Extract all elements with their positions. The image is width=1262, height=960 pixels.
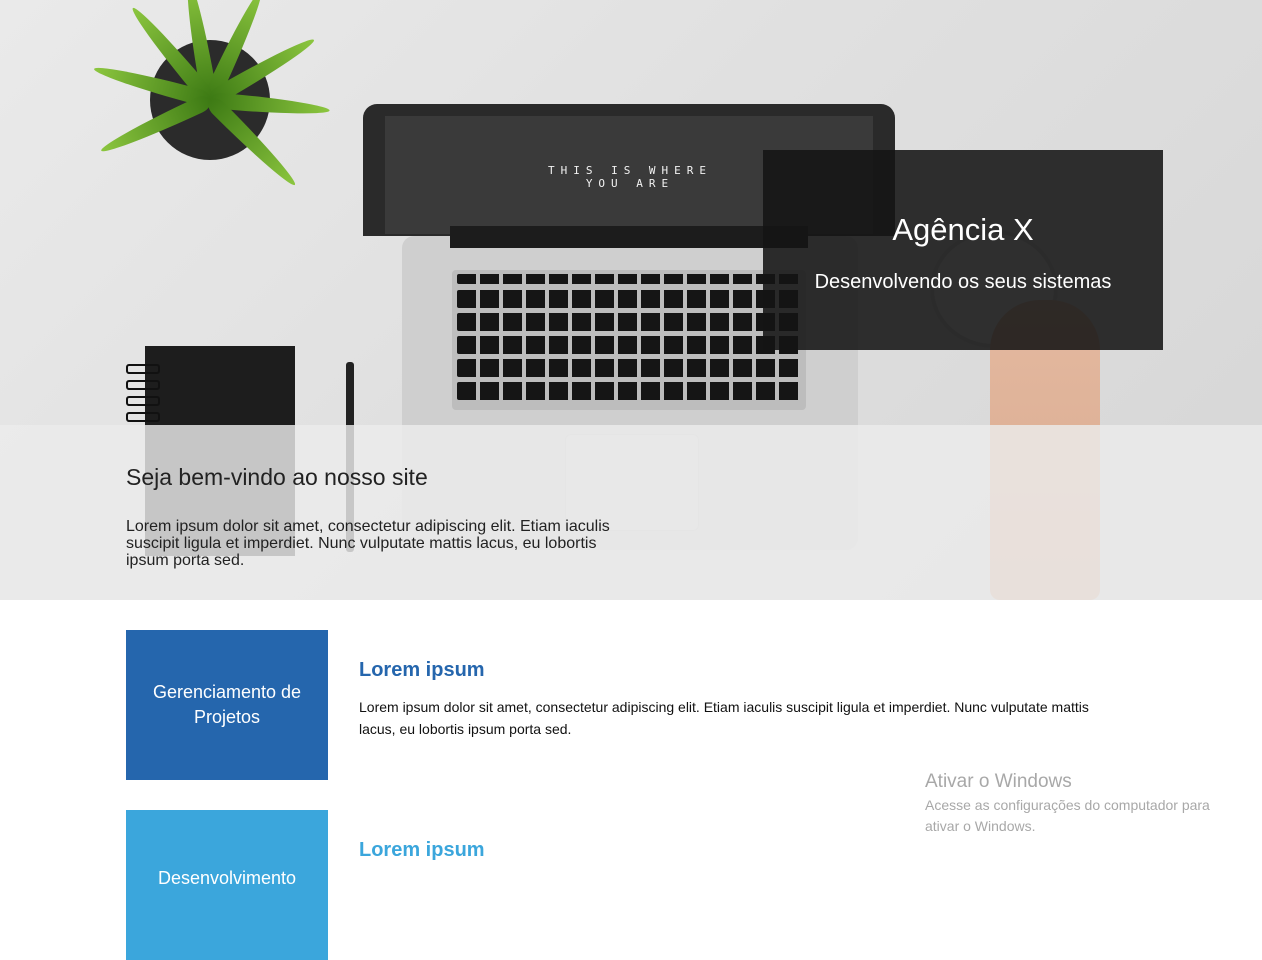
laptop-hinge bbox=[450, 226, 808, 248]
service-title: Lorem ipsum bbox=[359, 659, 485, 681]
welcome-title: Seja bem-vindo ao nosso site bbox=[126, 464, 428, 490]
windows-activation-watermark: Ativar o Windows Acesse as configurações… bbox=[925, 771, 1245, 837]
windows-activation-text: Acesse as configurações do computador pa… bbox=[925, 797, 1210, 834]
site-title: Agência X bbox=[892, 212, 1034, 247]
plant-image bbox=[92, 0, 331, 191]
service-tile-project-management[interactable]: Gerenciamento de Projetos bbox=[126, 630, 328, 780]
service-description: Lorem ipsum dolor sit amet, consectetur … bbox=[359, 699, 1089, 737]
welcome-section: Seja bem-vindo ao nosso site Lorem ipsum… bbox=[0, 425, 1262, 600]
windows-activation-title: Ativar o Windows bbox=[925, 771, 1072, 792]
screen-text: THIS IS WHERE YOU ARE bbox=[547, 164, 713, 190]
hero-banner: THIS IS WHERE YOU ARE Agência X Desenvol… bbox=[0, 0, 1262, 600]
service-tile-label: Gerenciamento de Projetos bbox=[152, 682, 302, 727]
site-subtitle: Desenvolvendo os seus sistemas bbox=[814, 271, 1112, 293]
keyboard-image bbox=[452, 270, 806, 410]
service-title: Lorem ipsum bbox=[359, 839, 485, 861]
service-tile-label: Desenvolvimento bbox=[157, 868, 297, 888]
welcome-text: Lorem ipsum dolor sit amet, consectetur … bbox=[126, 518, 610, 569]
hero-title-card: Agência X Desenvolvendo os seus sistemas bbox=[763, 150, 1163, 350]
service-tile-development[interactable]: Desenvolvimento bbox=[126, 810, 328, 960]
